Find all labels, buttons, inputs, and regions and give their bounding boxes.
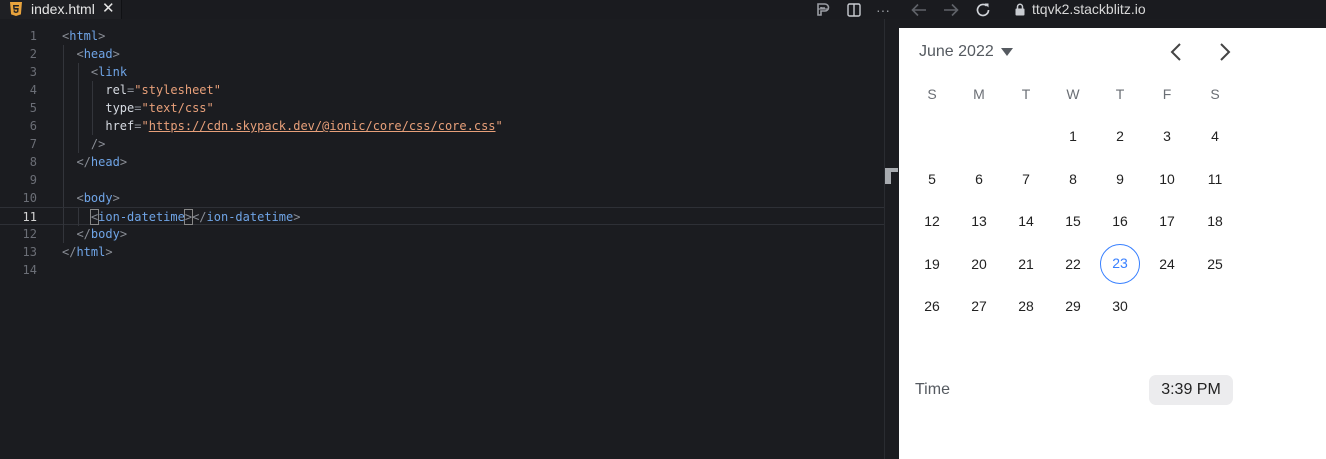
calendar-day[interactable]: 13 [959,201,999,241]
code-line: 4 rel="stylesheet" [0,81,885,99]
calendar-day[interactable]: 18 [1195,201,1235,241]
code-line: 1 <html> [0,27,885,45]
calendar-day[interactable]: 27 [959,286,999,326]
chevron-right-icon[interactable] [1214,41,1234,63]
weekday-label: T [1021,86,1031,102]
line-number: 14 [22,263,37,277]
calendar-day[interactable]: 8 [1053,159,1093,199]
line-number: 9 [29,173,37,187]
code-line: 9 [0,171,885,189]
line-number: 5 [29,101,37,115]
line-number: 3 [29,65,37,79]
calendar-day[interactable]: 11 [1195,159,1235,199]
calendar-day[interactable]: 24 [1147,244,1187,284]
forward-arrow-icon[interactable] [942,1,960,18]
prettier-icon[interactable] [815,1,833,18]
calendar-day-selected[interactable]: 23 [1100,244,1140,284]
scrollbar-marker[interactable] [885,168,898,184]
calendar-day[interactable]: 16 [1100,201,1140,241]
calendar-day[interactable]: 1 [1053,116,1093,156]
calendar-day[interactable]: 3 [1147,116,1187,156]
editor-tab-index-html[interactable]: index.html ✕ [0,0,122,19]
calendar-day[interactable]: 22 [1053,244,1093,284]
calendar-day[interactable]: 9 [1100,159,1140,199]
html5-icon [10,2,22,16]
time-button[interactable]: 3:39 PM [1149,375,1233,405]
preview-pane: June 2022 SMTWTFS 1 2 3 4 5 6 7 8 9 10 11 12 13 14 15 1… [899,28,1326,459]
line-number: 11 [22,210,37,224]
calendar-day[interactable]: 25 [1195,244,1235,284]
calendar-day[interactable]: 30 [1100,286,1140,326]
weekday-label: S [927,86,937,102]
line-number: 12 [22,227,37,241]
url-text: ttqvk2.stackblitz.io [1032,1,1146,17]
weekday-label: F [1162,86,1172,102]
line-number: 10 [22,191,37,205]
chevron-left-icon[interactable] [1167,41,1187,63]
weekday-label: T [1115,86,1125,102]
calendar-day[interactable]: 5 [912,159,952,199]
calendar-day[interactable]: 28 [1006,286,1046,326]
calendar-day[interactable]: 6 [959,159,999,199]
calendar-day[interactable]: 12 [912,201,952,241]
caret-down-icon [1000,48,1013,56]
pane-divider[interactable] [884,19,885,459]
code-line-active: 11 <ion-datetime></ion-datetime> [0,207,885,226]
weekday-label: W [1066,86,1080,102]
calendar-day[interactable]: 20 [959,244,999,284]
back-arrow-icon[interactable] [910,1,928,18]
calendar-day[interactable]: 29 [1053,286,1093,326]
calendar-day[interactable]: 10 [1147,159,1187,199]
code-line: 7 /> [0,135,885,153]
calendar-day[interactable]: 15 [1053,201,1093,241]
line-number: 1 [29,29,37,43]
code-line: 2 <head> [0,45,885,63]
code-line: 3 <link [0,63,885,81]
line-number: 13 [22,245,37,259]
calendar-day[interactable]: 7 [1006,159,1046,199]
month-year-label: June 2022 [919,43,994,60]
month-year-button[interactable]: June 2022 [919,42,1013,62]
calendar-day[interactable]: 17 [1147,201,1187,241]
code-line: 6 href="https://cdn.skypack.dev/@ionic/c… [0,117,885,135]
close-icon[interactable]: ✕ [102,1,115,16]
split-view-icon[interactable] [845,1,863,18]
line-number: 4 [29,83,37,97]
code-editor[interactable]: 1 <html> 2 <head> 3 <link 4 rel="stylesh… [0,19,885,459]
code-line: 10 <body> [0,189,885,207]
address-bar[interactable]: ttqvk2.stackblitz.io [1014,1,1146,18]
calendar-day[interactable]: 2 [1100,116,1140,156]
weekday-label: M [973,86,985,102]
lock-icon [1015,3,1025,16]
refresh-icon[interactable] [974,1,992,18]
tab-filename: index.html [31,1,95,17]
calendar-day[interactable]: 4 [1195,116,1235,156]
code-line: 14 [0,261,885,279]
calendar-day[interactable]: 19 [912,244,952,284]
line-number: 2 [29,47,37,61]
code-line: 13 </html> [0,243,885,261]
weekday-label: S [1210,86,1220,102]
code-line: 5 type="text/css" [0,99,885,117]
calendar-day[interactable]: 21 [1006,244,1046,284]
calendar-day[interactable]: 14 [1006,201,1046,241]
calendar-day[interactable]: 26 [912,286,952,326]
line-number: 8 [29,155,37,169]
top-bar: index.html ✕ ··· ttqvk2.stackblitz.io [0,0,1326,19]
code-line: 8 </head> [0,153,885,171]
code-line: 12 </body> [0,225,885,243]
more-icon[interactable]: ··· [874,1,892,18]
line-number: 6 [29,119,37,133]
line-number: 7 [29,137,37,151]
time-label: Time [915,381,950,398]
